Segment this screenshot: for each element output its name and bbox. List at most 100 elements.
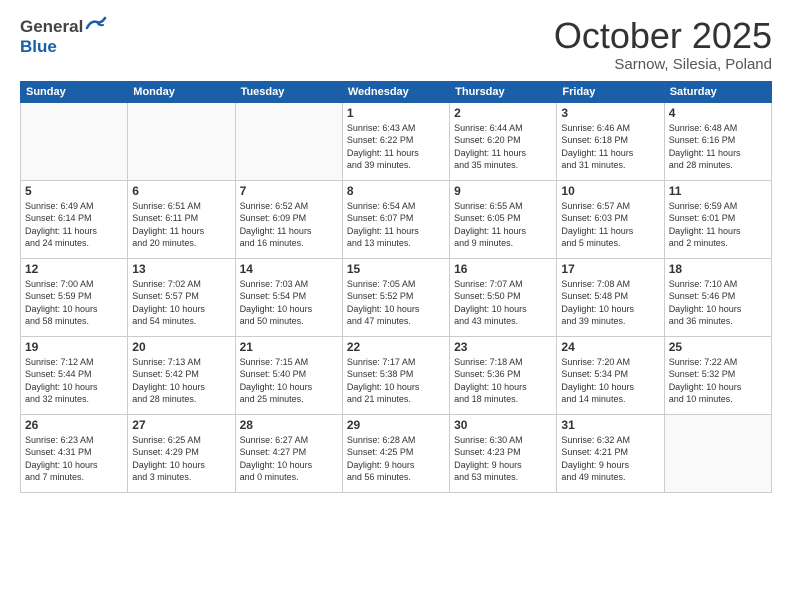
- table-row: 27Sunrise: 6:25 AM Sunset: 4:29 PM Dayli…: [128, 414, 235, 492]
- day-info: Sunrise: 7:02 AM Sunset: 5:57 PM Dayligh…: [132, 278, 230, 328]
- header-tuesday: Tuesday: [235, 81, 342, 102]
- day-info: Sunrise: 6:25 AM Sunset: 4:29 PM Dayligh…: [132, 434, 230, 484]
- day-number: 24: [561, 340, 659, 354]
- table-row: 14Sunrise: 7:03 AM Sunset: 5:54 PM Dayli…: [235, 258, 342, 336]
- table-row: 10Sunrise: 6:57 AM Sunset: 6:03 PM Dayli…: [557, 180, 664, 258]
- table-row: 7Sunrise: 6:52 AM Sunset: 6:09 PM Daylig…: [235, 180, 342, 258]
- day-info: Sunrise: 6:28 AM Sunset: 4:25 PM Dayligh…: [347, 434, 445, 484]
- table-row: 8 Sunrise: 6:54 AM Sunset: 6:07 PM Daylig…: [342, 180, 449, 258]
- day-info: Sunrise: 6:44 AM Sunset: 6:20 PM Dayligh…: [454, 122, 552, 172]
- table-row: 9 Sunrise: 6:55 AM Sunset: 6:05 PM Daylig…: [450, 180, 557, 258]
- day-info: Sunrise: 6:46 AM Sunset: 6:18 PM Dayligh…: [561, 122, 659, 172]
- day-number: 13: [132, 262, 230, 276]
- calendar-week-row: 12Sunrise: 7:00 AM Sunset: 5:59 PM Dayli…: [21, 258, 772, 336]
- table-row: 29 Sunrise: 6:28 AM Sunset: 4:25 PM Dayli…: [342, 414, 449, 492]
- day-info: Sunrise: 7:15 AM Sunset: 5:40 PM Dayligh…: [240, 356, 338, 406]
- day-number: 25: [669, 340, 767, 354]
- day-number: 11: [669, 184, 767, 198]
- table-row: 20Sunrise: 7:13 AM Sunset: 5:42 PM Dayli…: [128, 336, 235, 414]
- day-info: Sunrise: 7:18 AM Sunset: 5:36 PM Dayligh…: [454, 356, 552, 406]
- table-row: 12Sunrise: 7:00 AM Sunset: 5:59 PM Dayli…: [21, 258, 128, 336]
- calendar-week-row: 19Sunrise: 7:12 AM Sunset: 5:44 PM Dayli…: [21, 336, 772, 414]
- calendar-week-row: 1 Sunrise: 6:43 AM Sunset: 6:22 PM Daylig…: [21, 102, 772, 180]
- table-row: 24 Sunrise: 7:20 AM Sunset: 5:34 PM Dayli…: [557, 336, 664, 414]
- day-info: Sunrise: 7:13 AM Sunset: 5:42 PM Dayligh…: [132, 356, 230, 406]
- table-row: [21, 102, 128, 180]
- day-info: Sunrise: 6:51 AM Sunset: 6:11 PM Dayligh…: [132, 200, 230, 250]
- table-row: 6 Sunrise: 6:51 AM Sunset: 6:11 PM Daylig…: [128, 180, 235, 258]
- logo: General Blue: [20, 16, 107, 57]
- day-number: 26: [25, 418, 123, 432]
- day-info: Sunrise: 6:32 AM Sunset: 4:21 PM Dayligh…: [561, 434, 659, 484]
- location: Sarnow, Silesia, Poland: [554, 56, 772, 73]
- table-row: 23 Sunrise: 7:18 AM Sunset: 5:36 PM Dayli…: [450, 336, 557, 414]
- table-row: 26Sunrise: 6:23 AM Sunset: 4:31 PM Dayli…: [21, 414, 128, 492]
- day-number: 4: [669, 106, 767, 120]
- day-info: Sunrise: 7:10 AM Sunset: 5:46 PM Dayligh…: [669, 278, 767, 328]
- day-number: 1: [347, 106, 445, 120]
- table-row: 4 Sunrise: 6:48 AM Sunset: 6:16 PM Daylig…: [664, 102, 771, 180]
- day-info: Sunrise: 6:54 AM Sunset: 6:07 PM Dayligh…: [347, 200, 445, 250]
- day-info: Sunrise: 6:48 AM Sunset: 6:16 PM Dayligh…: [669, 122, 767, 172]
- day-info: Sunrise: 6:59 AM Sunset: 6:01 PM Dayligh…: [669, 200, 767, 250]
- day-info: Sunrise: 6:43 AM Sunset: 6:22 PM Dayligh…: [347, 122, 445, 172]
- day-number: 5: [25, 184, 123, 198]
- logo-general-text: General: [20, 17, 83, 37]
- table-row: [128, 102, 235, 180]
- table-row: 17 Sunrise: 7:08 AM Sunset: 5:48 PM Dayli…: [557, 258, 664, 336]
- day-number: 8: [347, 184, 445, 198]
- table-row: 30Sunrise: 6:30 AM Sunset: 4:23 PM Dayli…: [450, 414, 557, 492]
- table-row: [664, 414, 771, 492]
- day-number: 9: [454, 184, 552, 198]
- day-info: Sunrise: 7:05 AM Sunset: 5:52 PM Dayligh…: [347, 278, 445, 328]
- day-number: 29: [347, 418, 445, 432]
- page: General Blue October 2025 Sarnow, Silesi…: [0, 0, 792, 612]
- day-number: 31: [561, 418, 659, 432]
- day-info: Sunrise: 6:55 AM Sunset: 6:05 PM Dayligh…: [454, 200, 552, 250]
- table-row: 22Sunrise: 7:17 AM Sunset: 5:38 PM Dayli…: [342, 336, 449, 414]
- logo-bird-icon: [85, 16, 107, 37]
- table-row: 18 Sunrise: 7:10 AM Sunset: 5:46 PM Dayli…: [664, 258, 771, 336]
- table-row: 3Sunrise: 6:46 AM Sunset: 6:18 PM Daylig…: [557, 102, 664, 180]
- table-row: 15 Sunrise: 7:05 AM Sunset: 5:52 PM Dayli…: [342, 258, 449, 336]
- table-row: 25Sunrise: 7:22 AM Sunset: 5:32 PM Dayli…: [664, 336, 771, 414]
- table-row: 21 Sunrise: 7:15 AM Sunset: 5:40 PM Dayli…: [235, 336, 342, 414]
- month-title: October 2025: [554, 16, 772, 56]
- table-row: 2 Sunrise: 6:44 AM Sunset: 6:20 PM Daylig…: [450, 102, 557, 180]
- logo-blue-text: Blue: [20, 37, 57, 56]
- header-wednesday: Wednesday: [342, 81, 449, 102]
- table-row: 28 Sunrise: 6:27 AM Sunset: 4:27 PM Dayli…: [235, 414, 342, 492]
- header: General Blue October 2025 Sarnow, Silesi…: [20, 16, 772, 73]
- day-number: 7: [240, 184, 338, 198]
- header-thursday: Thursday: [450, 81, 557, 102]
- day-number: 15: [347, 262, 445, 276]
- day-info: Sunrise: 7:07 AM Sunset: 5:50 PM Dayligh…: [454, 278, 552, 328]
- day-info: Sunrise: 7:00 AM Sunset: 5:59 PM Dayligh…: [25, 278, 123, 328]
- day-number: 18: [669, 262, 767, 276]
- day-info: Sunrise: 7:12 AM Sunset: 5:44 PM Dayligh…: [25, 356, 123, 406]
- table-row: 13 Sunrise: 7:02 AM Sunset: 5:57 PM Dayli…: [128, 258, 235, 336]
- day-number: 14: [240, 262, 338, 276]
- day-info: Sunrise: 6:27 AM Sunset: 4:27 PM Dayligh…: [240, 434, 338, 484]
- table-row: 1 Sunrise: 6:43 AM Sunset: 6:22 PM Daylig…: [342, 102, 449, 180]
- table-row: [235, 102, 342, 180]
- day-number: 23: [454, 340, 552, 354]
- header-sunday: Sunday: [21, 81, 128, 102]
- calendar-week-row: 5Sunrise: 6:49 AM Sunset: 6:14 PM Daylig…: [21, 180, 772, 258]
- day-number: 6: [132, 184, 230, 198]
- day-number: 21: [240, 340, 338, 354]
- day-number: 17: [561, 262, 659, 276]
- table-row: 5Sunrise: 6:49 AM Sunset: 6:14 PM Daylig…: [21, 180, 128, 258]
- header-monday: Monday: [128, 81, 235, 102]
- day-number: 22: [347, 340, 445, 354]
- table-row: 31 Sunrise: 6:32 AM Sunset: 4:21 PM Dayli…: [557, 414, 664, 492]
- day-number: 10: [561, 184, 659, 198]
- day-info: Sunrise: 7:08 AM Sunset: 5:48 PM Dayligh…: [561, 278, 659, 328]
- day-info: Sunrise: 7:20 AM Sunset: 5:34 PM Dayligh…: [561, 356, 659, 406]
- day-number: 2: [454, 106, 552, 120]
- header-saturday: Saturday: [664, 81, 771, 102]
- table-row: 16Sunrise: 7:07 AM Sunset: 5:50 PM Dayli…: [450, 258, 557, 336]
- header-friday: Friday: [557, 81, 664, 102]
- calendar-table: Sunday Monday Tuesday Wednesday Thursday…: [20, 81, 772, 493]
- day-number: 28: [240, 418, 338, 432]
